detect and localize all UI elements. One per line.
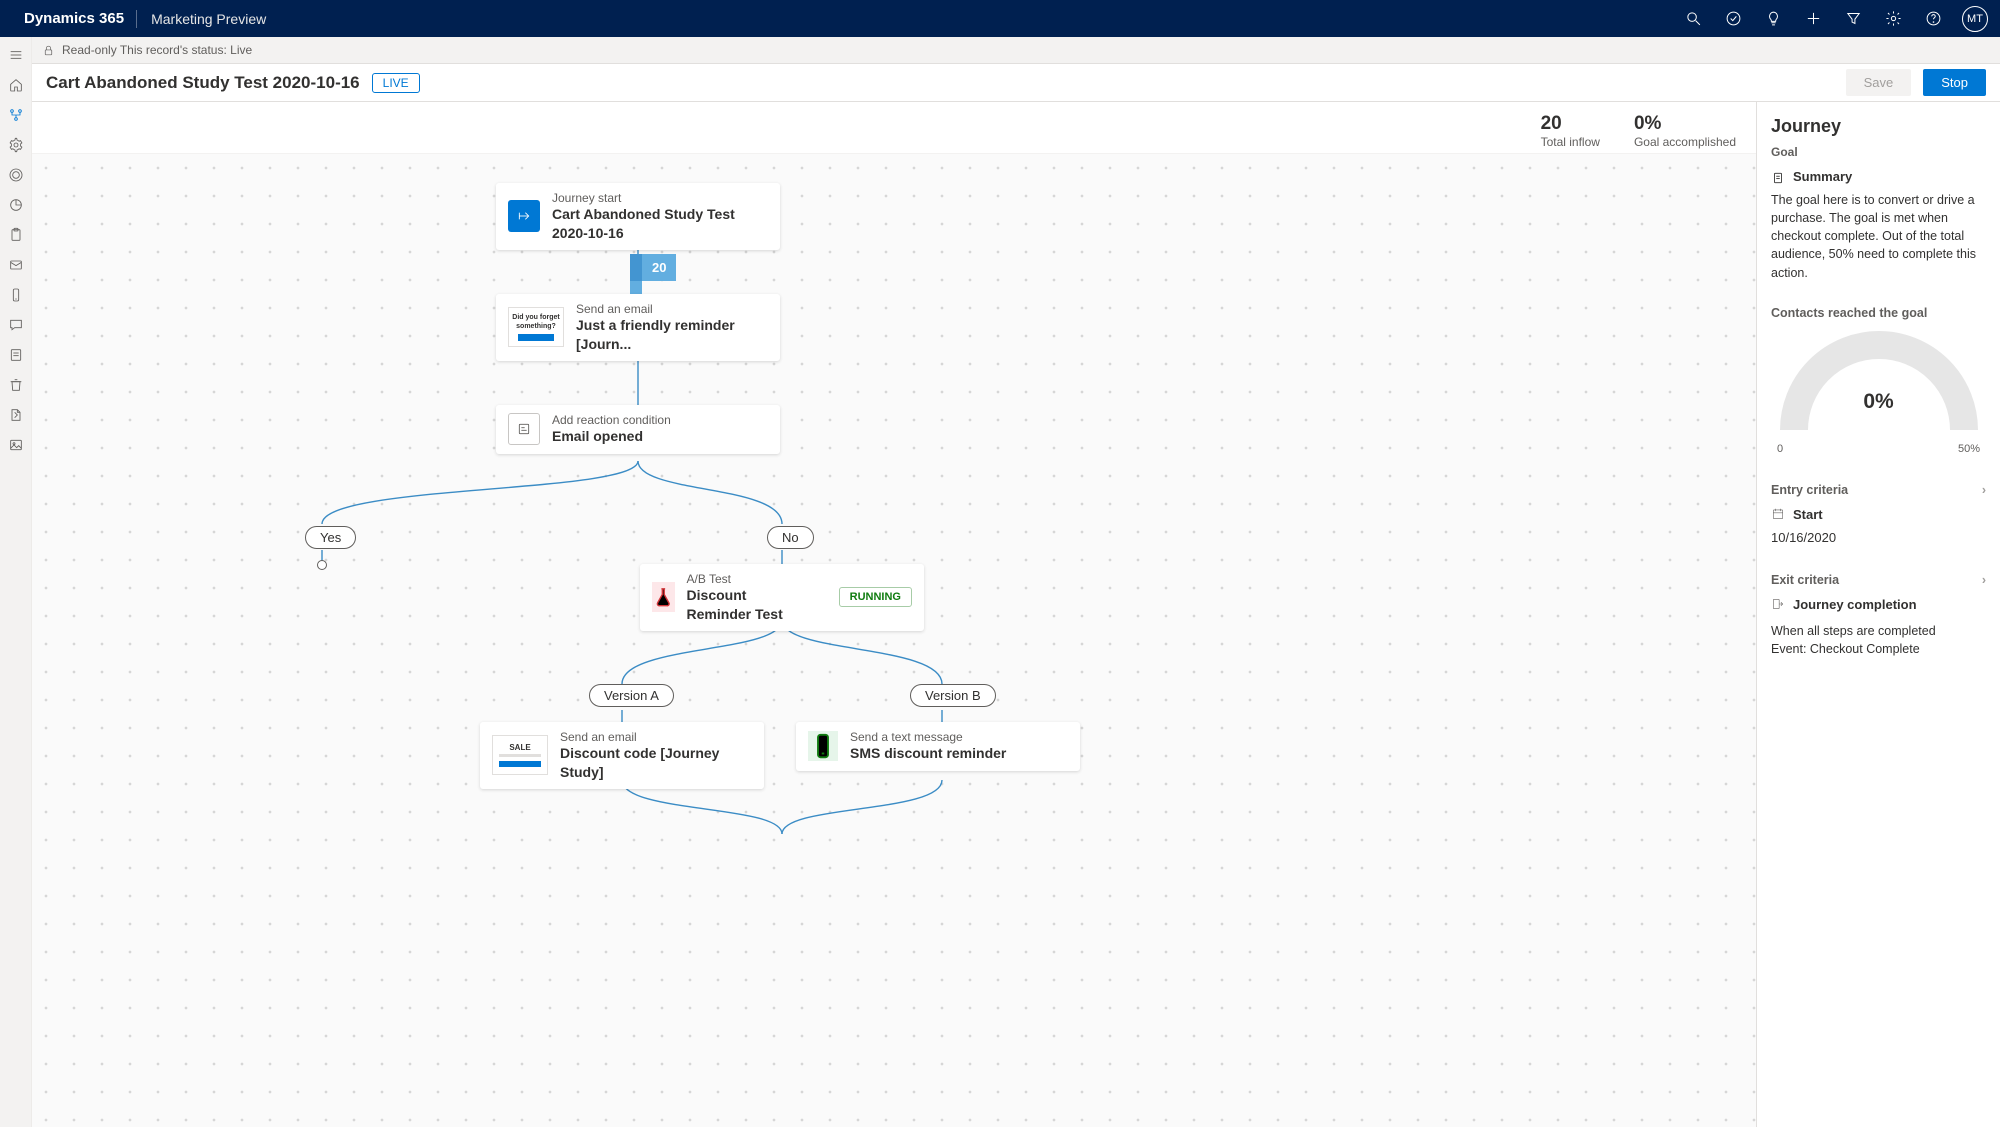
form-icon[interactable] [1, 341, 31, 369]
arrow-right-icon [508, 200, 540, 232]
branch-no[interactable]: No [767, 526, 814, 549]
page-title: Cart Abandoned Study Test 2020-10-16 [46, 73, 360, 93]
node-condition[interactable]: Add reaction condition Email opened [496, 405, 780, 454]
save-button: Save [1846, 69, 1912, 96]
gauge-label: Contacts reached the goal [1771, 306, 1986, 320]
flask-icon [652, 582, 675, 612]
globe-icon[interactable] [1, 161, 31, 189]
summary-text: The goal here is to convert or drive a p… [1771, 191, 1986, 282]
entry-criteria-section[interactable]: Entry criteria › Start 10/16/2020 [1771, 483, 1986, 545]
top-bar: Dynamics 365 Marketing Preview MT [0, 0, 2000, 37]
search-icon[interactable] [1676, 2, 1710, 36]
entry-date: 10/16/2020 [1771, 526, 1986, 545]
branch-version-a[interactable]: Version A [589, 684, 674, 707]
pie-icon[interactable] [1, 191, 31, 219]
command-bar: Cart Abandoned Study Test 2020-10-16 LIV… [32, 64, 2000, 102]
lock-icon [42, 44, 55, 57]
ab-status-badge: RUNNING [839, 587, 912, 607]
stop-button[interactable]: Stop [1923, 69, 1986, 96]
avatar[interactable]: MT [1962, 6, 1988, 32]
exit-criteria-section[interactable]: Exit criteria › Journey completion When … [1771, 573, 1986, 660]
bulb-icon[interactable] [1756, 2, 1790, 36]
app-context: Marketing Preview [137, 11, 280, 27]
status-badge: LIVE [372, 73, 420, 93]
branch-version-b[interactable]: Version B [910, 684, 996, 707]
right-panel: Journey Goal Summary The goal here is to… [1756, 102, 2000, 1127]
top-actions: MT [1676, 2, 1988, 36]
gauge-max: 50% [1958, 443, 1980, 455]
node-journey-start[interactable]: Journey start Cart Abandoned Study Test … [496, 183, 780, 250]
clipboard-icon[interactable] [1, 221, 31, 249]
help-icon[interactable] [1916, 2, 1950, 36]
left-nav [0, 37, 32, 1127]
condition-icon [508, 413, 540, 445]
filter-icon[interactable] [1836, 2, 1870, 36]
delete-icon[interactable] [1, 371, 31, 399]
brand: Dynamics 365 [12, 10, 136, 27]
exit-icon [1771, 597, 1785, 611]
gear-icon[interactable] [1876, 2, 1910, 36]
gauge-value: 0% [1779, 390, 1979, 414]
add-icon[interactable] [1796, 2, 1830, 36]
branch-yes[interactable]: Yes [305, 526, 356, 549]
chat-icon[interactable] [1, 311, 31, 339]
email-thumbnail-sale: SALE [492, 735, 548, 775]
journeys-icon[interactable] [1, 101, 31, 129]
readonly-banner: Read-only This record's status: Live [32, 37, 2000, 64]
metrics-strip: 20 Total inflow 0% Goal accomplished [32, 102, 1756, 154]
node-ab-test[interactable]: A/B Test Discount Reminder Test RUNNING [640, 564, 924, 631]
node-send-email-1[interactable]: Did you forget something? Send an email … [496, 294, 780, 361]
journey-canvas[interactable]: Journey start Cart Abandoned Study Test … [32, 154, 1756, 1127]
goal-label: Goal [1771, 145, 1986, 159]
home-icon[interactable] [1, 71, 31, 99]
readonly-text: Read-only This record's status: Live [62, 43, 252, 57]
panel-title: Journey [1771, 116, 1986, 137]
email-thumbnail: Did you forget something? [508, 307, 564, 347]
exit-text-2: Event: Checkout Complete [1771, 640, 1986, 659]
node-sms-version-b[interactable]: Send a text message SMS discount reminde… [796, 722, 1080, 771]
phone-icon[interactable] [1, 281, 31, 309]
exit-text-1: When all steps are completed [1771, 616, 1986, 641]
metric-inflow: 20 Total inflow [1541, 113, 1600, 149]
gauge-min: 0 [1777, 443, 1783, 455]
flow-count-badge: 20 [642, 254, 676, 281]
gear-nav-icon[interactable] [1, 131, 31, 159]
mobile-icon [808, 731, 838, 761]
summary-icon [1771, 171, 1785, 185]
calendar-icon [1771, 507, 1785, 521]
image-icon[interactable] [1, 431, 31, 459]
gauge-chart: 0% [1779, 330, 1979, 443]
node-email-version-a[interactable]: SALE Send an email Discount code [Journe… [480, 722, 764, 789]
summary-heading: Summary [1793, 169, 1852, 184]
chevron-right-icon: › [1982, 483, 1986, 497]
metric-goal: 0% Goal accomplished [1634, 113, 1736, 149]
chevron-right-icon: › [1982, 573, 1986, 587]
mail-icon[interactable] [1, 251, 31, 279]
task-icon[interactable] [1716, 2, 1750, 36]
hamburger-icon[interactable] [1, 41, 31, 69]
branch-yes-terminal [317, 560, 327, 570]
export-icon[interactable] [1, 401, 31, 429]
